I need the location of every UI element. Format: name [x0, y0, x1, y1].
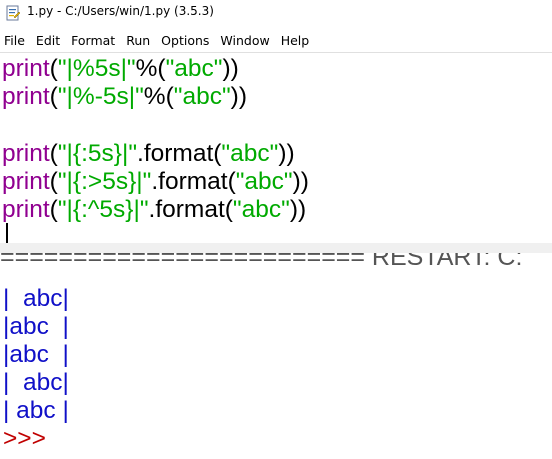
code-line: print("|%-5s|"%("abc")) — [2, 83, 247, 111]
title-bar: 1.py - C:/Users/win/1.py (3.5.3) — [0, 0, 552, 26]
window-title: 1.py - C:/Users/win/1.py (3.5.3) — [27, 4, 214, 18]
code-text: )) — [230, 83, 247, 110]
output-line: |abc | — [3, 341, 69, 368]
menu-help[interactable]: Help — [281, 33, 310, 48]
code-text: ( — [49, 168, 58, 195]
keyword: print — [2, 140, 50, 167]
menu-bar: File Edit Format Run Options Window Help — [0, 28, 552, 53]
string-literal: "|{:>5s}|" — [57, 168, 152, 195]
code-text: )) — [278, 140, 295, 167]
code-text: ( — [49, 140, 58, 167]
code-text: ( — [49, 55, 58, 82]
menu-file[interactable]: File — [4, 33, 25, 48]
keyword: print — [2, 196, 50, 223]
keyword: print — [2, 55, 50, 82]
string-literal: "abc" — [165, 55, 223, 82]
restart-banner: ========================= RESTART: C: — [0, 253, 552, 281]
restart-text: ========================= RESTART: C: — [0, 253, 523, 271]
code-text: %( — [135, 55, 166, 82]
code-text: ( — [49, 83, 58, 110]
python-file-icon — [6, 5, 21, 21]
string-literal: "|%5s|" — [57, 55, 136, 82]
code-line: print("|%5s|"%("abc")) — [2, 55, 239, 83]
code-line: print("|{:>5s}|".format("abc")) — [2, 168, 309, 196]
keyword: print — [2, 168, 50, 195]
string-literal: "|{:5s}|" — [57, 140, 138, 167]
output-line: | abc | — [3, 397, 69, 424]
code-text: ( — [49, 196, 58, 223]
string-literal: "abc" — [232, 196, 290, 223]
code-text: .format( — [151, 168, 236, 195]
menu-format[interactable]: Format — [71, 33, 115, 48]
output-line: |abc | — [3, 313, 69, 340]
code-text: )) — [292, 168, 309, 195]
output-line: | abc| — [3, 285, 69, 312]
menu-window[interactable]: Window — [220, 33, 269, 48]
code-text: .format( — [137, 140, 222, 167]
code-line: print("|{:5s}|".format("abc")) — [2, 140, 295, 168]
text-cursor — [6, 223, 8, 243]
shell-output[interactable]: | abc| |abc | |abc | | abc| | abc | >>> — [0, 282, 552, 459]
string-literal: "abc" — [235, 168, 293, 195]
code-editor[interactable]: print("|%5s|"%("abc")) print("|%-5s|"%("… — [0, 53, 552, 243]
code-text: )) — [289, 196, 307, 223]
keyword: print — [2, 83, 50, 110]
menu-options[interactable]: Options — [161, 33, 209, 48]
menu-run[interactable]: Run — [126, 33, 150, 48]
code-text: .format( — [148, 196, 233, 223]
string-literal: "abc" — [173, 83, 231, 110]
output-line: | abc| — [3, 369, 69, 396]
code-text: )) — [222, 55, 239, 82]
string-literal: "abc" — [221, 140, 279, 167]
menu-edit[interactable]: Edit — [36, 33, 60, 48]
string-literal: "|{:^5s}|" — [57, 196, 149, 223]
shell-prompt: >>> — [3, 425, 46, 452]
string-literal: "|%-5s|" — [57, 83, 144, 110]
code-text: %( — [143, 83, 174, 110]
code-line: print("|{:^5s}|".format("abc")) — [2, 196, 306, 224]
